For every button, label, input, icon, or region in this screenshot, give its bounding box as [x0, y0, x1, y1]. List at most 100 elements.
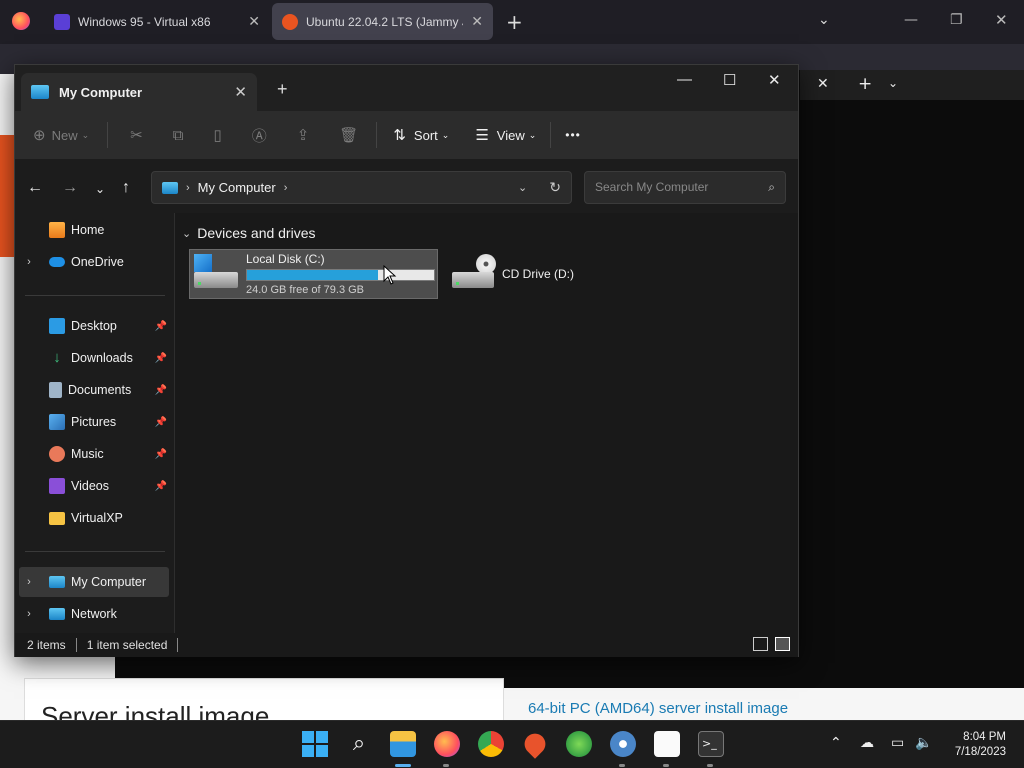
network-status-icon[interactable]: ☁: [860, 735, 874, 751]
cut-button[interactable]: ✂: [130, 119, 143, 151]
sidebar-divider: [25, 551, 165, 552]
close-icon[interactable]: ✕: [817, 76, 829, 92]
add-icon[interactable]: +: [858, 74, 872, 94]
picture-icon: [49, 414, 65, 430]
pane-splitter[interactable]: [174, 213, 175, 633]
up-icon[interactable]: ↑: [122, 179, 130, 197]
content-pane: ⌄ Devices and drives Local Disk (C:) 24.…: [176, 213, 798, 633]
hard-drive-icon: [194, 254, 238, 294]
new-button[interactable]: ⊕ New ⌄: [33, 119, 89, 151]
delete-button[interactable]: 🗑: [339, 119, 358, 151]
close-tab-icon[interactable]: ✕: [248, 13, 260, 30]
address-dropdown-icon[interactable]: ⌄: [518, 181, 527, 194]
close-window-icon[interactable]: ✕: [768, 71, 781, 89]
details-view-icon[interactable]: [753, 637, 768, 651]
terminal-icon[interactable]: >_: [698, 731, 724, 757]
home-icon: [49, 222, 65, 238]
list-all-tabs-icon[interactable]: ⌄: [818, 12, 830, 28]
share-icon: ⇪: [296, 127, 310, 144]
desktop-icon: [49, 318, 65, 334]
minimize-icon[interactable]: —: [904, 12, 918, 28]
sidebar-item-virtualxp[interactable]: VirtualXP: [19, 503, 169, 533]
sidebar-item-onedrive[interactable]: › OneDrive: [19, 247, 169, 277]
search-input[interactable]: Search My Computer ⌕: [584, 171, 786, 204]
status-bar: 2 items 1 item selected: [15, 633, 798, 657]
pin-icon[interactable]: 📌: [155, 353, 167, 364]
pin-icon[interactable]: 📌: [155, 385, 167, 396]
active-app-indicator: [395, 764, 411, 767]
drive-info: Local Disk (C:) 24.0 GB free of 79.3 GB: [246, 252, 435, 296]
solitaire-icon[interactable]: [654, 731, 680, 757]
separator: [376, 122, 378, 148]
download-link[interactable]: 64-bit PC (AMD64) server install image: [528, 700, 788, 717]
explorer-tab[interactable]: My Computer ✕: [21, 73, 257, 111]
close-tab-icon[interactable]: ✕: [234, 83, 247, 101]
refresh-icon[interactable]: ↻: [549, 179, 561, 196]
back-icon[interactable]: ←: [27, 179, 43, 197]
view-button[interactable]: ☰ View ⌄: [475, 119, 536, 151]
chrome-icon[interactable]: [478, 731, 504, 757]
maps-icon[interactable]: [520, 729, 550, 759]
expand-chevron-icon[interactable]: ›: [19, 576, 39, 588]
new-tab-button[interactable]: +: [506, 10, 523, 34]
network-globe-icon[interactable]: [566, 731, 592, 757]
paste-button[interactable]: ▯: [213, 119, 221, 151]
forward-icon[interactable]: →: [62, 179, 78, 197]
expand-chevron-icon[interactable]: ›: [19, 608, 39, 620]
minimize-icon[interactable]: —: [677, 71, 692, 88]
firefox-menu-icon[interactable]: [12, 12, 30, 30]
close-window-icon[interactable]: ✕: [995, 11, 1008, 29]
sidebar-item-documents[interactable]: Documents 📌: [19, 375, 169, 405]
recent-locations-icon[interactable]: ⌄: [95, 182, 105, 196]
settings-icon[interactable]: [610, 731, 636, 757]
pin-icon[interactable]: 📌: [155, 481, 167, 492]
sidebar-item-label: VirtualXP: [71, 511, 123, 525]
explorer-tab-title: My Computer: [59, 84, 143, 100]
sidebar-item-videos[interactable]: Videos 📌: [19, 471, 169, 501]
sidebar-item-desktop[interactable]: Desktop 📌: [19, 311, 169, 341]
pin-icon[interactable]: 📌: [155, 449, 167, 460]
see-more-button[interactable]: •••: [565, 119, 581, 151]
address-row: ← → ⌄ ↑ › My Computer › ⌄ ↻ Search My Co…: [15, 159, 798, 213]
file-explorer-icon[interactable]: [390, 731, 416, 757]
share-button[interactable]: ⇪: [297, 119, 310, 151]
restore-icon[interactable]: ❐: [950, 12, 963, 28]
sidebar-item-downloads[interactable]: ↓ Downloads 📌: [19, 343, 169, 373]
firefox-icon[interactable]: [434, 731, 460, 757]
drive-local-disk-c[interactable]: Local Disk (C:) 24.0 GB free of 79.3 GB: [189, 249, 438, 299]
rename-icon: Ⓐ: [251, 127, 267, 145]
expand-chevron-icon[interactable]: ›: [19, 256, 39, 268]
search-icon[interactable]: ⌕: [346, 731, 372, 757]
close-tab-icon[interactable]: ✕: [471, 13, 483, 30]
sidebar-item-network[interactable]: › Network: [19, 599, 169, 629]
volume-icon[interactable]: 🔈: [915, 735, 932, 751]
sort-button[interactable]: ⇅ Sort ⌄: [393, 119, 449, 151]
address-bar[interactable]: › My Computer › ⌄ ↻: [151, 171, 572, 204]
drive-cd-d[interactable]: CD Drive (D:): [448, 249, 628, 299]
browser-tab-windows95[interactable]: Windows 95 - Virtual x86 ✕: [44, 3, 270, 40]
maximize-icon[interactable]: ☐: [723, 71, 736, 89]
tiles-view-icon[interactable]: [775, 637, 790, 651]
devices-group-header[interactable]: ⌄ Devices and drives: [182, 225, 316, 241]
start-icon[interactable]: [302, 731, 328, 757]
navigation-pane: Home › OneDrive Desktop 📌 ↓ Downloads 📌: [15, 213, 175, 633]
mouse-pointer-icon: [383, 264, 397, 290]
taskbar-clock[interactable]: 8:04 PM 7/18/2023: [955, 730, 1006, 760]
sidebar-item-my-computer[interactable]: › My Computer: [19, 567, 169, 597]
rename-button[interactable]: Ⓐ: [252, 119, 267, 151]
monitor-icon[interactable]: ▭: [891, 735, 904, 751]
sidebar-item-music[interactable]: Music 📌: [19, 439, 169, 469]
show-hidden-icons[interactable]: ⌃: [830, 735, 842, 751]
sidebar-item-pictures[interactable]: Pictures 📌: [19, 407, 169, 437]
sidebar-item-home[interactable]: Home: [19, 215, 169, 245]
browser-tab-ubuntu[interactable]: Ubuntu 22.04.2 LTS (Jammy Jell ✕: [272, 3, 493, 40]
pin-icon[interactable]: 📌: [155, 321, 167, 332]
drive-free-space: 24.0 GB free of 79.3 GB: [246, 284, 365, 296]
pin-icon[interactable]: 📌: [155, 417, 167, 428]
chevron-down-icon[interactable]: ⌄: [888, 76, 898, 90]
new-tab-button[interactable]: +: [277, 79, 288, 100]
sidebar-divider: [25, 295, 165, 296]
view-list-icon: ☰: [475, 127, 489, 144]
network-icon: [49, 608, 65, 620]
copy-button[interactable]: ⧉: [173, 119, 184, 151]
